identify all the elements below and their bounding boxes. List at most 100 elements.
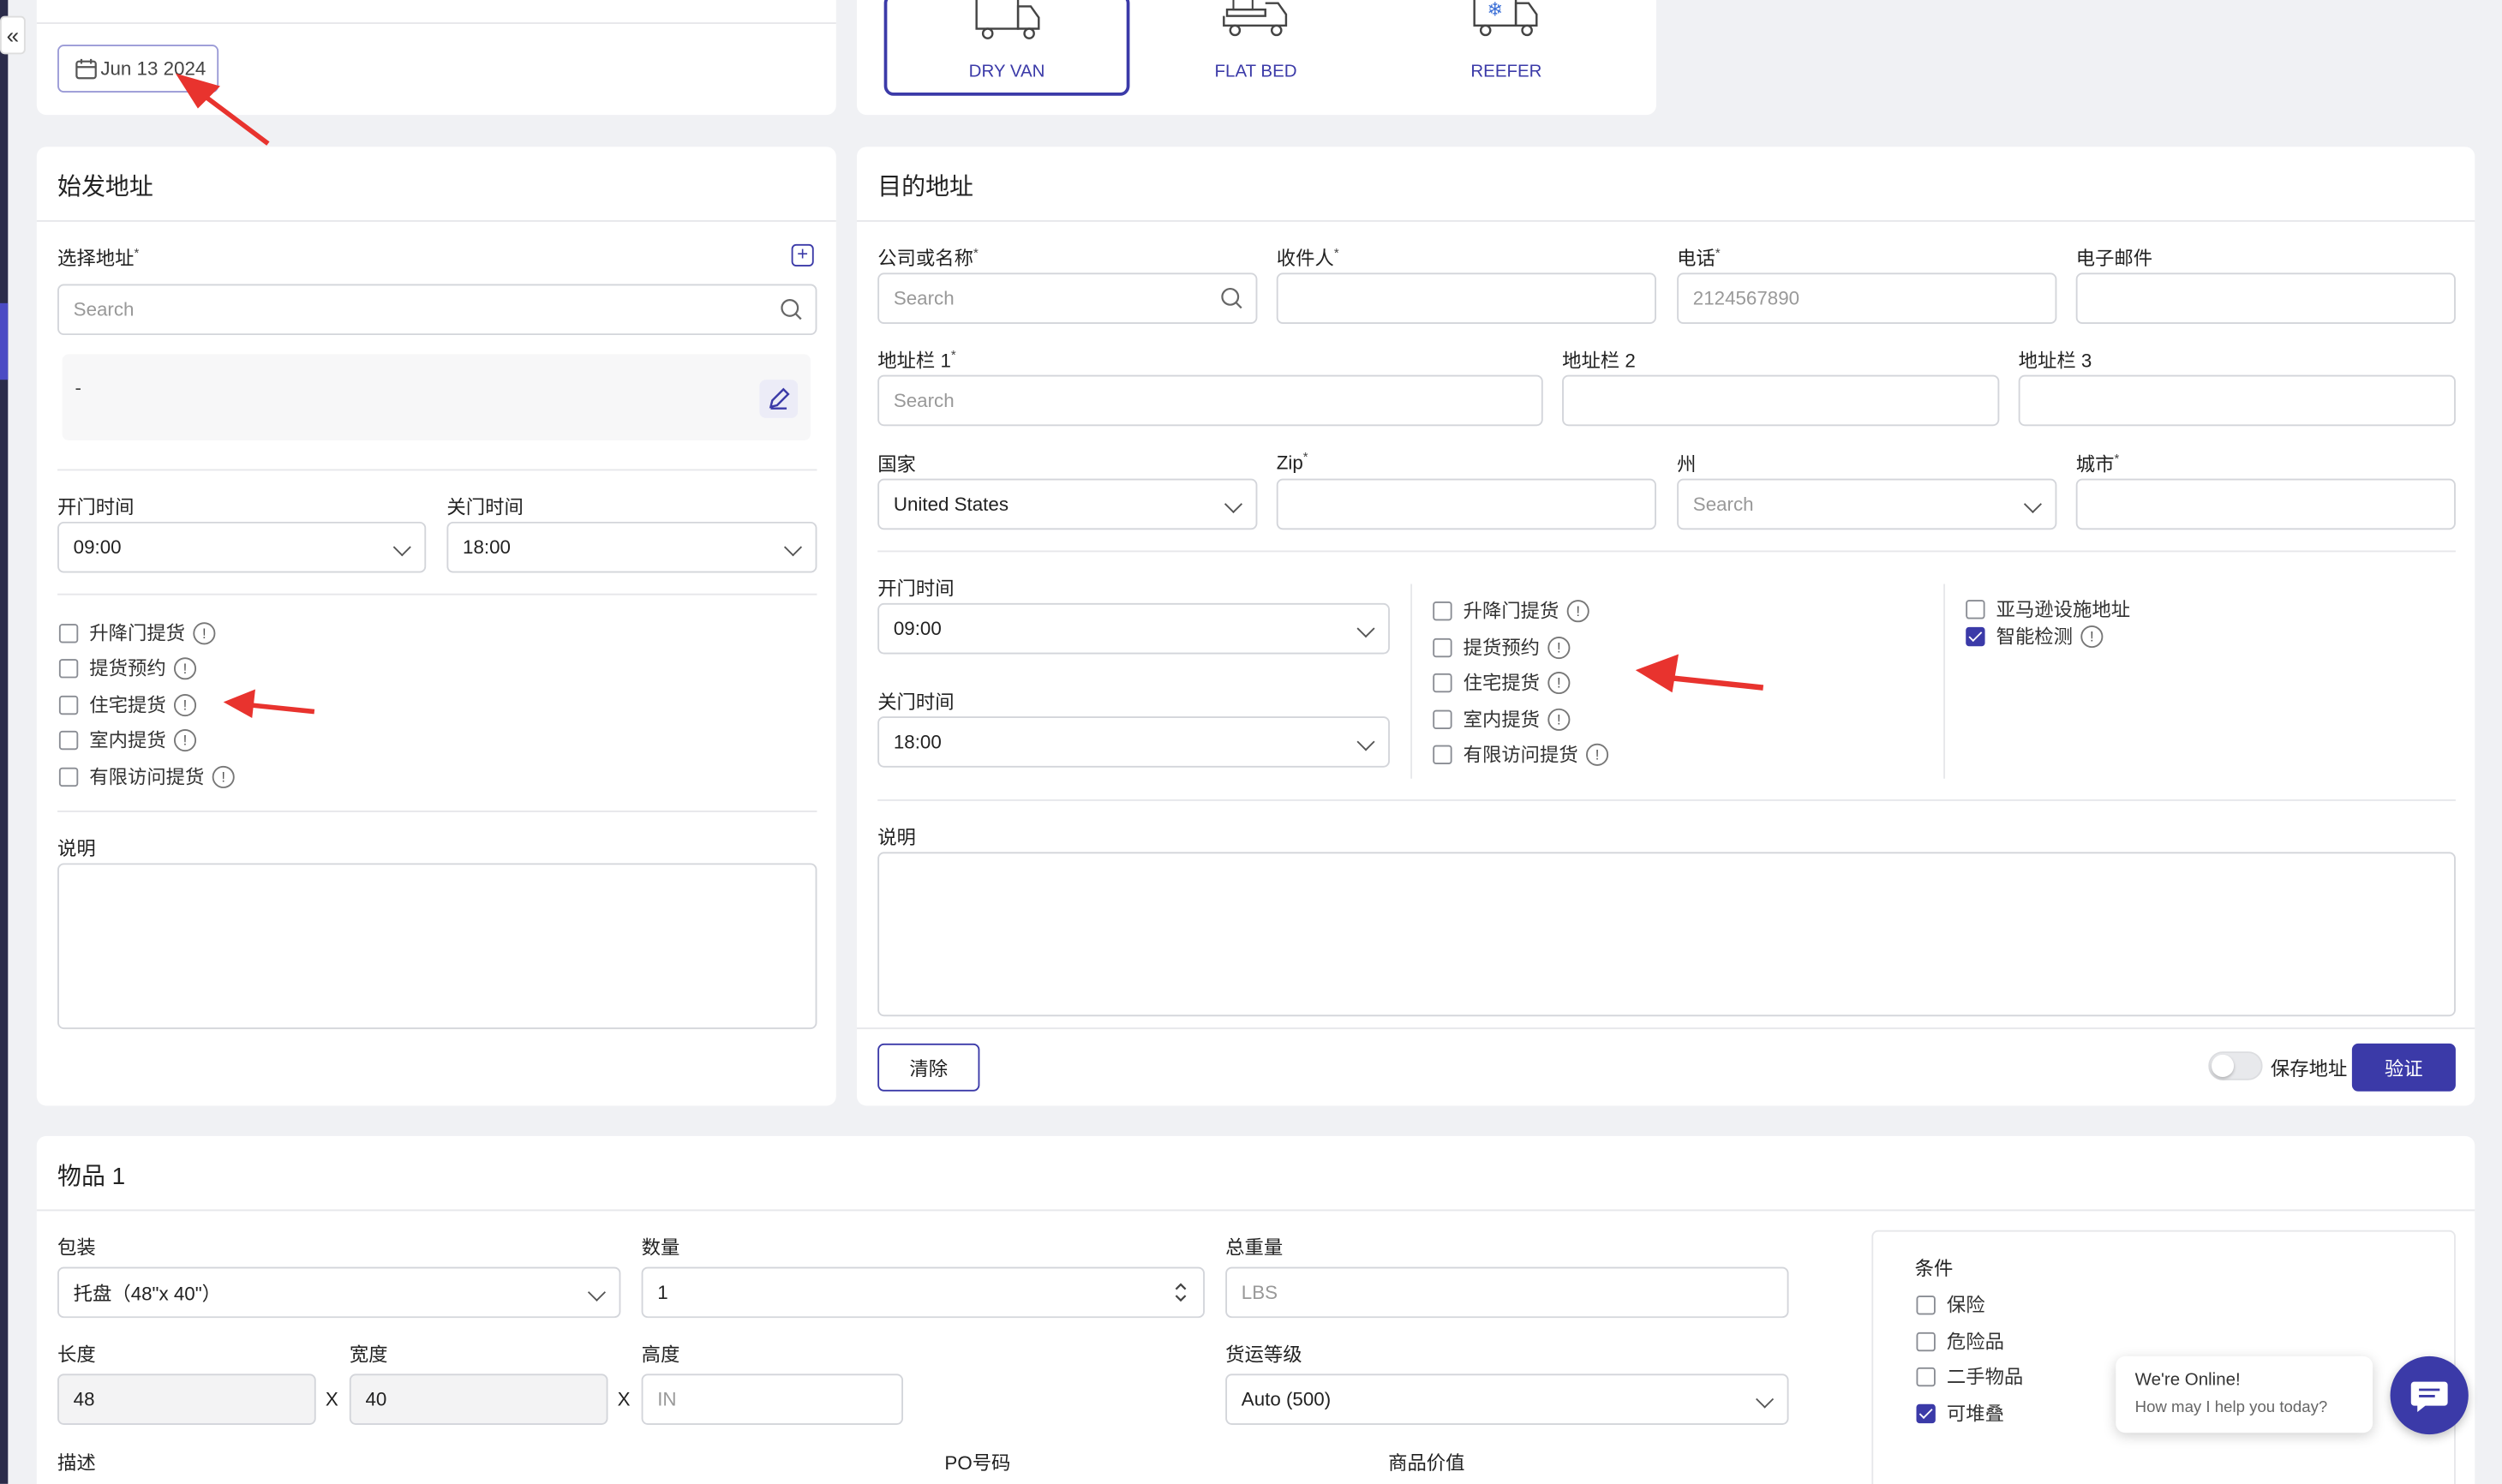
email-input[interactable] bbox=[2075, 272, 2456, 325]
checkbox[interactable] bbox=[58, 694, 79, 715]
checkbox-checked[interactable] bbox=[1966, 625, 1985, 646]
address-line1-input[interactable]: Search bbox=[877, 374, 1543, 427]
origin-note-textarea[interactable] bbox=[57, 863, 817, 1030]
dest-option-limited-access[interactable]: 有限访问提货! bbox=[1433, 740, 1609, 768]
origin-option-residential[interactable]: 住宅提货! bbox=[58, 691, 197, 718]
checkbox[interactable] bbox=[1916, 1331, 1936, 1351]
info-icon[interactable]: ! bbox=[1547, 636, 1571, 659]
stepper-arrows-icon[interactable] bbox=[1175, 1281, 1188, 1303]
dest-option-liftgate[interactable]: 升降门提货! bbox=[1433, 596, 1589, 624]
origin-option-limited-access[interactable]: 有限访问提货! bbox=[58, 763, 235, 790]
condition-hazmat[interactable]: 危险品 bbox=[1916, 1327, 2004, 1355]
dest-option-smart-detect[interactable]: 智能检测! bbox=[1966, 622, 2104, 649]
freight-class-select[interactable]: Auto (500) bbox=[1225, 1373, 1789, 1425]
equipment-reefer[interactable]: ❄ REEFER bbox=[1414, 0, 1599, 96]
info-icon[interactable]: ! bbox=[1566, 599, 1589, 622]
info-icon[interactable]: ! bbox=[174, 656, 197, 679]
packaging-select[interactable]: 托盘（48"x 40"） bbox=[57, 1266, 621, 1319]
checkbox[interactable] bbox=[1916, 1295, 1936, 1314]
checkbox[interactable] bbox=[1433, 601, 1452, 620]
edit-address-button[interactable] bbox=[759, 380, 799, 418]
dest-note-textarea[interactable] bbox=[877, 852, 2456, 1017]
dest-close-select[interactable]: 18:00 bbox=[877, 716, 1390, 768]
checkbox[interactable] bbox=[58, 729, 79, 750]
checkbox-checked[interactable] bbox=[1916, 1403, 1936, 1423]
info-icon[interactable]: ! bbox=[193, 621, 216, 644]
weight-input[interactable]: LBS bbox=[1225, 1266, 1789, 1319]
clear-button[interactable]: 清除 bbox=[877, 1043, 980, 1092]
info-icon[interactable]: ! bbox=[1547, 671, 1571, 694]
phone-input[interactable]: 2124567890 bbox=[1677, 272, 2057, 325]
info-icon[interactable]: ! bbox=[1547, 707, 1571, 730]
select-address-label: 选择地址* bbox=[57, 245, 140, 270]
info-icon[interactable]: ! bbox=[2080, 625, 2104, 648]
state-select[interactable]: Search bbox=[1677, 478, 2057, 530]
dry-van-label: DRY VAN bbox=[968, 62, 1045, 81]
freight-class-label: 货运等级 bbox=[1225, 1343, 1302, 1367]
description-label: 描述 bbox=[57, 1451, 96, 1475]
checkbox[interactable] bbox=[58, 658, 79, 678]
country-select[interactable]: United States bbox=[877, 478, 1258, 530]
dest-option-appointment[interactable]: 提货预约! bbox=[1433, 633, 1571, 661]
condition-insurance[interactable]: 保险 bbox=[1916, 1291, 1985, 1319]
origin-option-inside[interactable]: 室内提货! bbox=[58, 726, 197, 753]
state-label: 州 bbox=[1677, 452, 1697, 476]
checkbox[interactable] bbox=[1433, 672, 1452, 692]
width-label: 宽度 bbox=[349, 1343, 388, 1367]
checkbox[interactable] bbox=[1966, 599, 1985, 619]
packaging-label: 包装 bbox=[57, 1236, 96, 1260]
date-card: Jun 13 2024 bbox=[36, 0, 836, 116]
origin-close-select[interactable]: 18:00 bbox=[446, 521, 817, 573]
address-line3-input[interactable] bbox=[2018, 374, 2456, 427]
origin-search-input[interactable]: Search bbox=[57, 284, 817, 336]
height-input[interactable]: IN bbox=[641, 1373, 904, 1425]
address-line2-input[interactable] bbox=[1562, 374, 2000, 427]
city-input[interactable] bbox=[2075, 478, 2456, 530]
equipment-dry-van[interactable]: DRY VAN bbox=[883, 0, 1130, 96]
company-search-input[interactable]: Search bbox=[877, 272, 1258, 325]
search-icon bbox=[781, 298, 802, 320]
dest-open-select[interactable]: 09:00 bbox=[877, 602, 1390, 655]
checkbox[interactable] bbox=[1433, 744, 1452, 764]
dest-option-residential[interactable]: 住宅提货! bbox=[1433, 668, 1571, 696]
po-number-label: PO号码 bbox=[944, 1451, 1011, 1475]
verify-button[interactable]: 验证 bbox=[2351, 1043, 2456, 1092]
checkbox[interactable] bbox=[58, 766, 79, 787]
pencil-icon bbox=[769, 387, 790, 410]
flat-bed-truck-icon bbox=[1223, 0, 1288, 37]
equipment-flat-bed[interactable]: FLAT BED bbox=[1164, 0, 1349, 96]
origin-open-select[interactable]: 09:00 bbox=[57, 521, 427, 573]
checkbox[interactable] bbox=[1433, 709, 1452, 729]
chat-launcher-button[interactable] bbox=[2390, 1355, 2469, 1435]
chat-bubble[interactable]: We're Online! How may I help you today? bbox=[2116, 1355, 2373, 1433]
country-label: 国家 bbox=[877, 452, 916, 476]
save-address-toggle[interactable] bbox=[2208, 1051, 2263, 1080]
chevron-down-icon bbox=[1756, 1390, 1775, 1409]
info-icon[interactable]: ! bbox=[174, 728, 197, 751]
recipient-label: 收件人* bbox=[1276, 245, 1339, 270]
origin-card: 始发地址 选择地址* + Search - 开门时间 09:00 关门时间 18… bbox=[36, 147, 836, 1106]
zip-input[interactable] bbox=[1276, 478, 1656, 530]
recipient-input[interactable] bbox=[1276, 272, 1656, 325]
chevron-down-icon bbox=[1356, 733, 1375, 751]
sidebar-collapse-button[interactable]: « bbox=[0, 15, 26, 55]
length-input[interactable]: 48 bbox=[57, 1373, 316, 1425]
condition-stackable[interactable]: 可堆叠 bbox=[1916, 1399, 2004, 1427]
add-address-button[interactable]: + bbox=[791, 243, 814, 266]
checkbox[interactable] bbox=[1916, 1366, 1936, 1386]
condition-used-goods[interactable]: 二手物品 bbox=[1916, 1362, 2023, 1390]
chevron-down-icon bbox=[392, 538, 411, 557]
dest-option-amazon-facility[interactable]: 亚马逊设施地址 bbox=[1966, 595, 2130, 623]
origin-option-appointment[interactable]: 提货预约! bbox=[58, 655, 197, 682]
checkbox[interactable] bbox=[1433, 637, 1452, 657]
info-icon[interactable]: ! bbox=[174, 693, 197, 716]
dest-option-inside[interactable]: 室内提货! bbox=[1433, 705, 1571, 733]
info-icon[interactable]: ! bbox=[1586, 742, 1609, 765]
quantity-stepper[interactable]: 1 bbox=[641, 1266, 1205, 1319]
origin-address-display: - bbox=[62, 354, 811, 440]
checkbox[interactable] bbox=[58, 623, 79, 643]
origin-note-label: 说明 bbox=[57, 837, 96, 860]
width-input[interactable]: 40 bbox=[349, 1373, 608, 1425]
info-icon[interactable]: ! bbox=[212, 764, 235, 787]
origin-option-liftgate[interactable]: 升降门提货! bbox=[58, 619, 216, 647]
